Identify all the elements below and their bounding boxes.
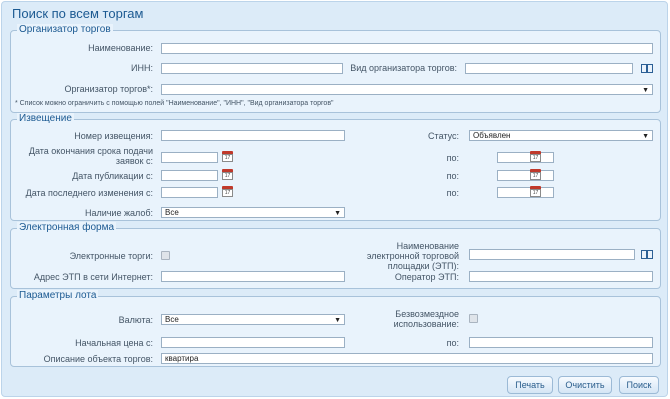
price-from-input[interactable] bbox=[161, 337, 345, 348]
organizer-type-label: Вид организатора торгов: bbox=[350, 63, 457, 73]
status-value: Объявлен bbox=[473, 131, 511, 140]
search-button[interactable]: Поиск bbox=[619, 376, 659, 394]
organizer-type-input[interactable] bbox=[465, 63, 633, 74]
notice-number-input[interactable] bbox=[161, 130, 345, 141]
price-from-label: Начальная цена с: bbox=[75, 338, 153, 348]
organizer-name-input[interactable] bbox=[161, 43, 653, 54]
calendar-icon[interactable]: 17 bbox=[222, 151, 233, 162]
deadline-to-label: по: bbox=[446, 153, 459, 163]
chevron-down-icon: ▼ bbox=[642, 133, 649, 140]
etp-url-label: Адрес ЭТП в сети Интернет: bbox=[33, 272, 153, 282]
deadline-from-input[interactable] bbox=[161, 152, 218, 163]
changed-to-label: по: bbox=[446, 188, 459, 198]
deadline-to-input[interactable] bbox=[497, 152, 554, 163]
description-input[interactable]: квартира bbox=[161, 353, 653, 364]
pubdate-label: Дата публикации с: bbox=[72, 171, 153, 181]
free-use-checkbox[interactable] bbox=[469, 314, 478, 323]
eform-legend: Электронная форма bbox=[17, 222, 117, 234]
calendar-icon[interactable]: 17 bbox=[222, 169, 233, 180]
lot-section: Параметры лота Валюта: Все ▼ Безвозмездно… bbox=[10, 290, 661, 367]
status-label: Статус: bbox=[428, 131, 459, 141]
organizer-section: Организатор торгов Наименование: ИНН: Ви… bbox=[10, 24, 661, 113]
notice-section: Извещение Номер извещения: Статус: Объяв… bbox=[10, 113, 661, 221]
operator-label: Оператор ЭТП: bbox=[394, 272, 459, 282]
organizer-note: * Список можно ограничить с помощью поле… bbox=[15, 100, 334, 107]
inn-input[interactable] bbox=[161, 63, 343, 74]
etorgi-checkbox[interactable] bbox=[161, 251, 170, 260]
clear-button[interactable]: Очистить bbox=[558, 376, 612, 394]
organizer-label: Организатор торгов*: bbox=[64, 84, 153, 94]
organizer-select[interactable]: ▼ bbox=[161, 84, 653, 95]
description-label: Описание объекта торгов: bbox=[43, 354, 153, 364]
changed-label: Дата последнего изменения с: bbox=[25, 188, 153, 198]
eform-section: Электронная форма Электронные торги: Наи… bbox=[10, 222, 661, 289]
currency-value: Все bbox=[165, 315, 179, 324]
chevron-down-icon: ▼ bbox=[334, 317, 341, 324]
changed-to-input[interactable] bbox=[497, 187, 554, 198]
status-select[interactable]: Объявлен ▼ bbox=[469, 130, 653, 141]
platform-input[interactable] bbox=[469, 249, 635, 260]
organizer-legend: Организатор торгов bbox=[17, 24, 113, 36]
currency-select[interactable]: Все ▼ bbox=[161, 314, 345, 325]
etp-url-input[interactable] bbox=[161, 271, 345, 282]
book-icon[interactable] bbox=[641, 250, 653, 259]
chevron-down-icon: ▼ bbox=[642, 87, 649, 94]
changed-from-input[interactable] bbox=[161, 187, 218, 198]
organizer-name-label: Наименование: bbox=[88, 43, 153, 53]
complaints-label: Наличие жалоб: bbox=[84, 208, 153, 218]
free-use-label: Безвозмездное использование: bbox=[393, 309, 459, 329]
pubdate-to-label: по: bbox=[446, 171, 459, 181]
platform-label: Наименование электронной торговой площад… bbox=[366, 241, 459, 271]
book-icon[interactable] bbox=[641, 64, 653, 73]
calendar-icon[interactable]: 17 bbox=[530, 151, 541, 162]
calendar-icon[interactable]: 17 bbox=[222, 186, 233, 197]
operator-input[interactable] bbox=[469, 271, 653, 282]
print-button[interactable]: Печать bbox=[507, 376, 553, 394]
pubdate-to-input[interactable] bbox=[497, 170, 554, 181]
inn-label: ИНН: bbox=[131, 63, 153, 73]
notice-legend: Извещение bbox=[17, 113, 74, 125]
lot-legend: Параметры лота bbox=[17, 290, 99, 302]
etorgi-label: Электронные торги: bbox=[69, 251, 153, 261]
complaints-value: Все bbox=[165, 208, 179, 217]
price-to-input[interactable] bbox=[469, 337, 653, 348]
page-title: Поиск по всем торгам bbox=[12, 6, 144, 21]
calendar-icon[interactable]: 17 bbox=[530, 169, 541, 180]
currency-label: Валюта: bbox=[118, 315, 153, 325]
deadline-label: Дата окончания срока подачи заявок с: bbox=[28, 146, 153, 166]
price-to-label: по: bbox=[446, 338, 459, 348]
chevron-down-icon: ▼ bbox=[334, 210, 341, 217]
complaints-select[interactable]: Все ▼ bbox=[161, 207, 345, 218]
search-panel: Поиск по всем торгам Организатор торгов … bbox=[1, 1, 668, 397]
calendar-icon[interactable]: 17 bbox=[530, 186, 541, 197]
notice-number-label: Номер извещения: bbox=[74, 131, 153, 141]
pubdate-from-input[interactable] bbox=[161, 170, 218, 181]
